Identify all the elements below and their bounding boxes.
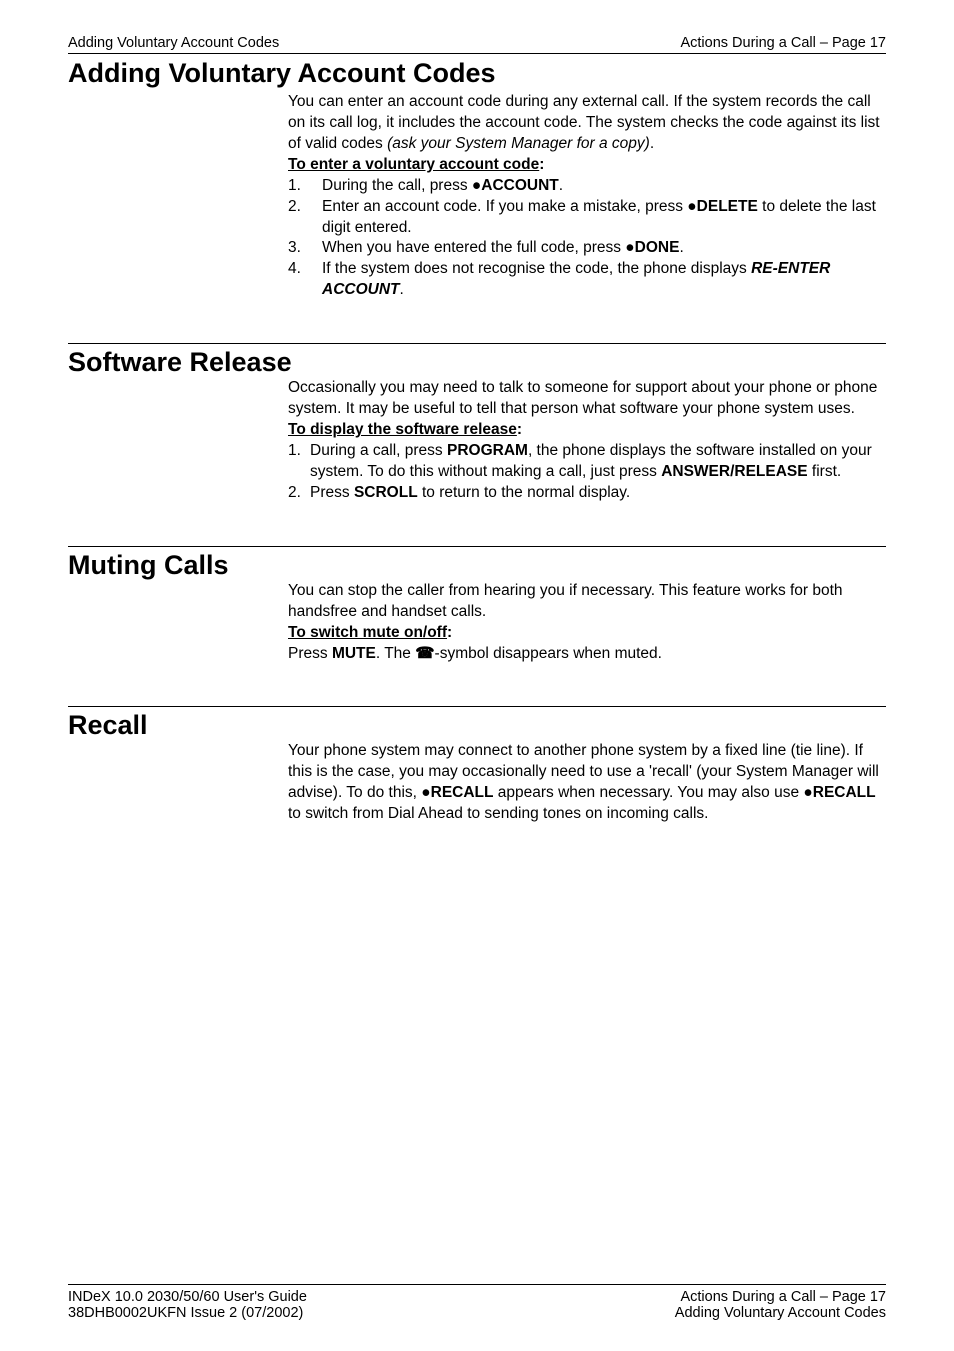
- footer-left-1: INDeX 10.0 2030/50/60 User's Guide: [68, 1289, 307, 1305]
- footer-right-2: Adding Voluntary Account Codes: [675, 1305, 886, 1321]
- intro-software: Occasionally you may need to talk to som…: [288, 378, 886, 420]
- step-1: 1. During the call, press ●ACCOUNT.: [288, 176, 886, 197]
- num-1: 1.: [288, 176, 322, 197]
- title-software-release: Software Release: [68, 345, 886, 378]
- num-3: 3.: [288, 238, 322, 259]
- footer-right-1: Actions During a Call – Page 17: [680, 1289, 886, 1305]
- section-software-release: Software Release Occasionally you may ne…: [68, 345, 886, 504]
- body-muting-calls: You can stop the caller from hearing you…: [288, 581, 886, 665]
- subhead-row-software: To display the software release:: [288, 420, 886, 441]
- title-recall: Recall: [68, 708, 886, 741]
- intro-c: .: [650, 135, 654, 152]
- section-recall: Recall Your phone system may connect to …: [68, 708, 886, 825]
- num-2: 2.: [288, 197, 322, 239]
- num-4: 4.: [288, 259, 322, 301]
- step-1-text: During the call, press ●ACCOUNT.: [322, 176, 563, 197]
- sw-num-1: 1.: [288, 441, 310, 483]
- intro-account-codes: You can enter an account code during any…: [288, 92, 886, 155]
- step-4-text: If the system does not recognise the cod…: [322, 259, 886, 301]
- step-2: 2. Enter an account code. If you make a …: [288, 197, 886, 239]
- sw-step-1: 1. During a call, press PROGRAM, the pho…: [288, 441, 886, 483]
- section-muting-calls: Muting Calls You can stop the caller fro…: [68, 548, 886, 665]
- subhead-account: To enter a voluntary account code: [288, 156, 539, 173]
- page: Adding Voluntary Account Codes Actions D…: [0, 0, 954, 1351]
- title-account-codes: Adding Voluntary Account Codes: [68, 58, 886, 89]
- header-left: Adding Voluntary Account Codes: [68, 35, 279, 51]
- subhead-row-account: To enter a voluntary account code:: [288, 155, 886, 176]
- colon-software: :: [517, 421, 522, 438]
- page-header: Adding Voluntary Account Codes Actions D…: [68, 35, 886, 54]
- step-2-text: Enter an account code. If you make a mis…: [322, 197, 886, 239]
- page-footer: INDeX 10.0 2030/50/60 User's Guide Actio…: [68, 1284, 886, 1321]
- footer-row-2: 38DHB0002UKFN Issue 2 (07/2002) Adding V…: [68, 1305, 886, 1321]
- step-3-text: When you have entered the full code, pre…: [322, 238, 684, 259]
- colon-muting: :: [447, 624, 452, 641]
- step-3: 3. When you have entered the full code, …: [288, 238, 886, 259]
- subhead-muting: To switch mute on/off: [288, 624, 447, 641]
- sw-step-1-text: During a call, press PROGRAM, the phone …: [310, 441, 886, 483]
- body-account-codes: You can enter an account code during any…: [288, 92, 886, 301]
- phone-icon: ☎: [415, 645, 434, 662]
- header-right: Actions During a Call – Page 17: [680, 35, 886, 51]
- rule-recall: [68, 706, 886, 707]
- steps-software: 1. During a call, press PROGRAM, the pho…: [288, 441, 886, 504]
- intro-muting: You can stop the caller from hearing you…: [288, 581, 886, 623]
- section-account-codes: Adding Voluntary Account Codes You can e…: [68, 58, 886, 301]
- steps-account: 1. During the call, press ●ACCOUNT. 2. E…: [288, 176, 886, 302]
- mute-line: Press MUTE. The ☎-symbol disappears when…: [288, 644, 886, 665]
- recall-paragraph: Your phone system may connect to another…: [288, 741, 886, 825]
- title-muting-calls: Muting Calls: [68, 548, 886, 581]
- step-4: 4. If the system does not recognise the …: [288, 259, 886, 301]
- footer-row-1: INDeX 10.0 2030/50/60 User's Guide Actio…: [68, 1289, 886, 1305]
- subhead-row-muting: To switch mute on/off:: [288, 623, 886, 644]
- body-software-release: Occasionally you may need to talk to som…: [288, 378, 886, 504]
- rule-muting: [68, 546, 886, 547]
- subhead-software: To display the software release: [288, 421, 517, 438]
- footer-left-2: 38DHB0002UKFN Issue 2 (07/2002): [68, 1305, 303, 1321]
- body-recall: Your phone system may connect to another…: [288, 741, 886, 825]
- colon: :: [539, 156, 544, 173]
- sw-step-2-text: Press SCROLL to return to the normal dis…: [310, 483, 630, 504]
- rule-software: [68, 343, 886, 344]
- sw-num-2: 2.: [288, 483, 310, 504]
- intro-b: (ask your System Manager for a copy): [387, 135, 650, 152]
- sw-step-2: 2. Press SCROLL to return to the normal …: [288, 483, 886, 504]
